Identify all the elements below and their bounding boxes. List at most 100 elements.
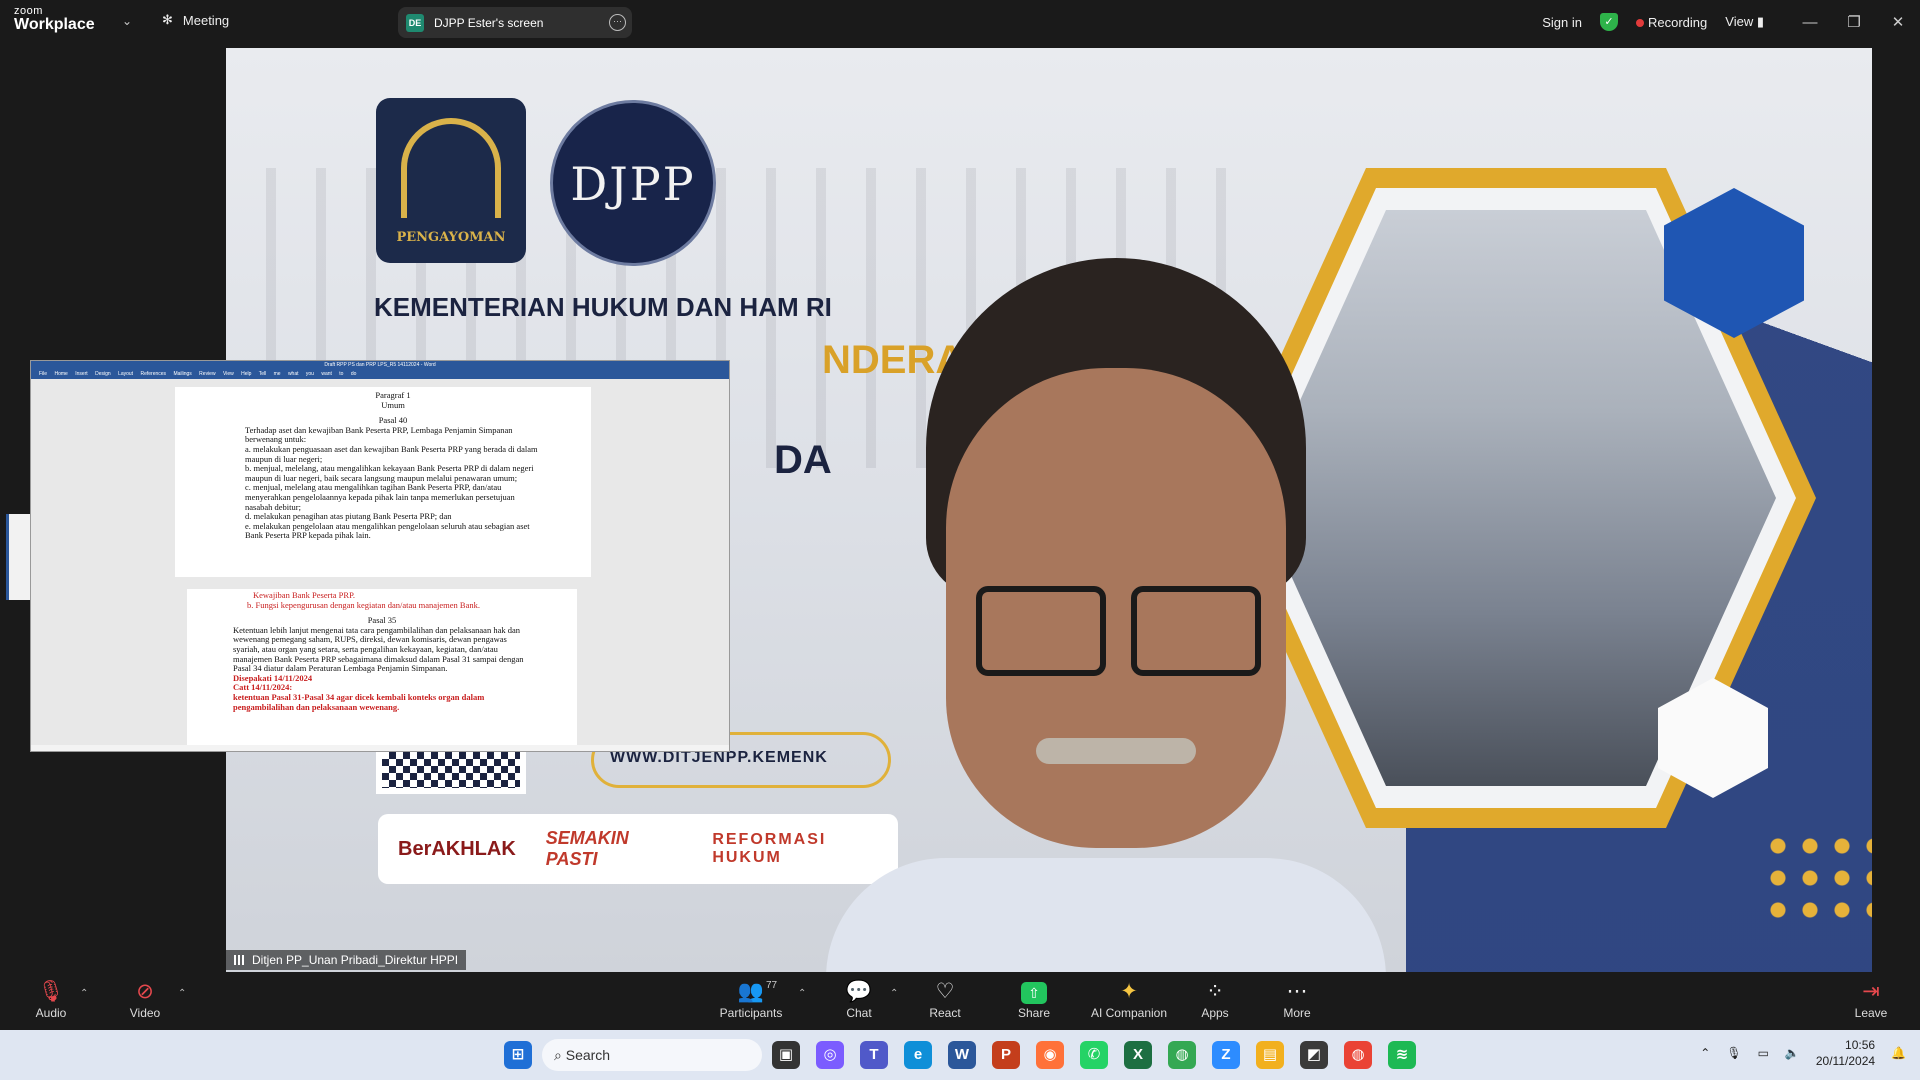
ai-companion-button[interactable]: ✦ AI Companion bbox=[1084, 978, 1174, 1020]
signal-bars-icon bbox=[234, 955, 246, 965]
network-icon[interactable]: ▭ bbox=[1758, 1046, 1769, 1060]
video-label: Video bbox=[129, 1006, 161, 1020]
view-button[interactable]: View ▮ bbox=[1725, 14, 1764, 30]
zoom-icon[interactable]: Z bbox=[1212, 1041, 1240, 1069]
ribbon-layout[interactable]: Layout bbox=[118, 371, 133, 377]
apps-button[interactable]: ⁘ Apps bbox=[1170, 978, 1260, 1020]
glasses-right-lens bbox=[1131, 586, 1261, 676]
chevron-down-icon[interactable]: ⌄ bbox=[122, 14, 132, 28]
close-icon[interactable]: ✕ bbox=[1876, 13, 1920, 31]
shared-word-document[interactable]: Draft RPP PS dan PRP LPS_R5 14112024 - W… bbox=[30, 360, 730, 752]
pasal-35-body: Ketentuan lebih lanjut mengenai tata car… bbox=[233, 624, 524, 674]
minimized-window-stub[interactable] bbox=[6, 514, 30, 600]
video-off-icon: ⊘ bbox=[136, 980, 154, 1003]
chrome-icon[interactable]: ◍ bbox=[1344, 1041, 1372, 1069]
recording-label: Recording bbox=[1648, 14, 1708, 30]
participants-count: 77 bbox=[766, 980, 778, 991]
clock-time: 10:56 bbox=[1845, 1038, 1876, 1052]
document-ribbon: File Home Insert Design Layout Reference… bbox=[31, 370, 729, 379]
restore-icon[interactable]: ❐ bbox=[1832, 13, 1876, 31]
ribbon-home[interactable]: Home bbox=[54, 371, 67, 377]
task-view-icon[interactable]: ▣ bbox=[772, 1041, 800, 1069]
sparkle-icon: ✦ bbox=[1120, 980, 1138, 1003]
banner-berakhlak: BerAKHLAK bbox=[398, 837, 516, 860]
apps-icon: ⁘ bbox=[1206, 980, 1224, 1003]
sticky-app-icon[interactable]: ◩ bbox=[1300, 1041, 1328, 1069]
person-shirt bbox=[826, 858, 1386, 972]
notification-bell-icon[interactable]: 🔔 bbox=[1891, 1046, 1906, 1060]
meeting-stage: PENGAYOMAN DJPP KEMENTERIAN HUKUM DAN HA… bbox=[0, 44, 1920, 972]
react-button[interactable]: ♡ React bbox=[900, 978, 990, 1020]
taskbar-search[interactable]: ⌕ Search bbox=[542, 1039, 762, 1071]
clock-date: 20/11/2024 bbox=[1815, 1054, 1876, 1068]
participants-button[interactable]: 👥 77 Participants bbox=[706, 978, 796, 1020]
clock[interactable]: 10:56 20/11/2024 bbox=[1816, 1037, 1875, 1069]
audio-button[interactable]: 🎙 Audio bbox=[6, 978, 96, 1020]
ribbon-references[interactable]: References bbox=[140, 371, 166, 377]
ribbon-help[interactable]: Help bbox=[241, 371, 251, 377]
firefox-icon[interactable]: ◉ bbox=[1036, 1041, 1064, 1069]
video-options-caret[interactable]: ⌃ bbox=[178, 988, 186, 999]
apps-label: Apps bbox=[1201, 1006, 1229, 1020]
logo2-label: DJPP bbox=[570, 157, 696, 211]
security-shield-icon[interactable]: ✓ bbox=[1600, 13, 1618, 31]
teams-icon[interactable]: T bbox=[860, 1041, 888, 1069]
document-page-2[interactable]: Kewajiban Bank Peserta PRP. b. Fungsi ke… bbox=[187, 589, 577, 749]
minimize-icon[interactable]: — bbox=[1788, 14, 1832, 31]
sign-in-button[interactable]: Sign in bbox=[1542, 15, 1582, 30]
ribbon-review[interactable]: Review bbox=[199, 371, 215, 377]
pasal-40-item-b: b. menjual, melelang, atau mengalihkan k… bbox=[245, 463, 534, 483]
recording-indicator[interactable]: Recording bbox=[1636, 15, 1707, 30]
search-icon: ⌕ bbox=[554, 1047, 562, 1063]
whatsapp-icon[interactable]: ✆ bbox=[1080, 1041, 1108, 1069]
participant-person bbox=[786, 258, 1426, 972]
participant-name-tag: Ditjen PP_Unan Pribadi_Direktur HPPI bbox=[226, 950, 467, 970]
tracked-change-b: b. Fungsi kepengurusan dengan kegiatan d… bbox=[247, 599, 480, 610]
participants-options-caret[interactable]: ⌃ bbox=[798, 988, 806, 999]
volume-icon[interactable]: 🔈 bbox=[1785, 1046, 1800, 1060]
system-tray: ⌃ 🎙 ▭ 🔈 10:56 20/11/2024 🔔 bbox=[1700, 1037, 1906, 1069]
glasses-left-lens bbox=[976, 586, 1106, 676]
audio-options-caret[interactable]: ⌃ bbox=[80, 988, 88, 999]
chrome-profile-icon[interactable]: ◍ bbox=[1168, 1041, 1196, 1069]
pengayoman-logo: PENGAYOMAN bbox=[376, 98, 526, 263]
microphone-icon[interactable]: 🎙 bbox=[1726, 1046, 1741, 1060]
edge-icon[interactable]: e bbox=[904, 1041, 932, 1069]
document-page-1[interactable]: Paragraf 1 Umum Pasal 40 Terhadap aset d… bbox=[175, 387, 591, 577]
view-grid-icon: ▮ bbox=[1756, 14, 1764, 29]
ribbon-design[interactable]: Design bbox=[95, 371, 111, 377]
powerpoint-icon[interactable]: P bbox=[992, 1041, 1020, 1069]
share-button[interactable]: ⇧ Share bbox=[989, 978, 1079, 1020]
copilot-icon[interactable]: ◎ bbox=[816, 1041, 844, 1069]
chat-options-caret[interactable]: ⌃ bbox=[890, 988, 898, 999]
chat-button[interactable]: 💬 Chat bbox=[814, 978, 904, 1020]
ribbon-view[interactable]: View bbox=[223, 371, 234, 377]
logo1-label: PENGAYOMAN bbox=[396, 230, 506, 245]
excel-icon[interactable]: X bbox=[1124, 1041, 1152, 1069]
more-options-icon[interactable]: ··· bbox=[609, 14, 626, 31]
pasal-40-intro: Terhadap aset dan kewajiban Bank Peserta… bbox=[245, 424, 513, 445]
spotify-icon[interactable]: ≋ bbox=[1388, 1041, 1416, 1069]
sharer-avatar: DE bbox=[406, 13, 424, 32]
leave-button[interactable]: ⇥ Leave bbox=[1826, 978, 1916, 1020]
ribbon-insert[interactable]: Insert bbox=[75, 371, 88, 377]
zoom-logo[interactable]: zoom Workplace bbox=[14, 6, 95, 33]
tray-chevron-icon[interactable]: ⌃ bbox=[1700, 1046, 1710, 1060]
search-placeholder: Search bbox=[565, 1047, 611, 1063]
note-body: ketentuan Pasal 31-Pasal 34 agar dicek k… bbox=[233, 691, 485, 712]
windows-start-icon[interactable]: ⊞ bbox=[504, 1041, 532, 1069]
ribbon-file[interactable]: File bbox=[39, 371, 47, 377]
ribbon-mailings[interactable]: Mailings bbox=[173, 371, 191, 377]
ribbon-tell-me[interactable]: Tell me what you want to do bbox=[259, 371, 357, 377]
chat-label: Chat bbox=[846, 1006, 872, 1020]
pasal-40-item-e: e. melakukan pengelolaan atau mengalihka… bbox=[245, 520, 530, 541]
meeting-menu[interactable]: ✻ Meeting bbox=[162, 12, 229, 28]
screen-share-pill[interactable]: DE DJPP Ester's screen ··· bbox=[398, 7, 632, 38]
file-explorer-icon[interactable]: ▤ bbox=[1256, 1041, 1284, 1069]
brand-line2: Workplace bbox=[14, 16, 95, 33]
word-icon[interactable]: W bbox=[948, 1041, 976, 1069]
document-title-bar: Draft RPP PS dan PRP LPS_R5 14112024 - W… bbox=[31, 361, 729, 370]
video-button[interactable]: ⊘ Video bbox=[100, 978, 190, 1020]
meeting-toolbar: 🎙 Audio ⌃ ⊘ Video ⌃ 👥 77 Participants ⌃ … bbox=[0, 972, 1920, 1030]
more-button[interactable]: ⋯ More bbox=[1252, 978, 1342, 1020]
